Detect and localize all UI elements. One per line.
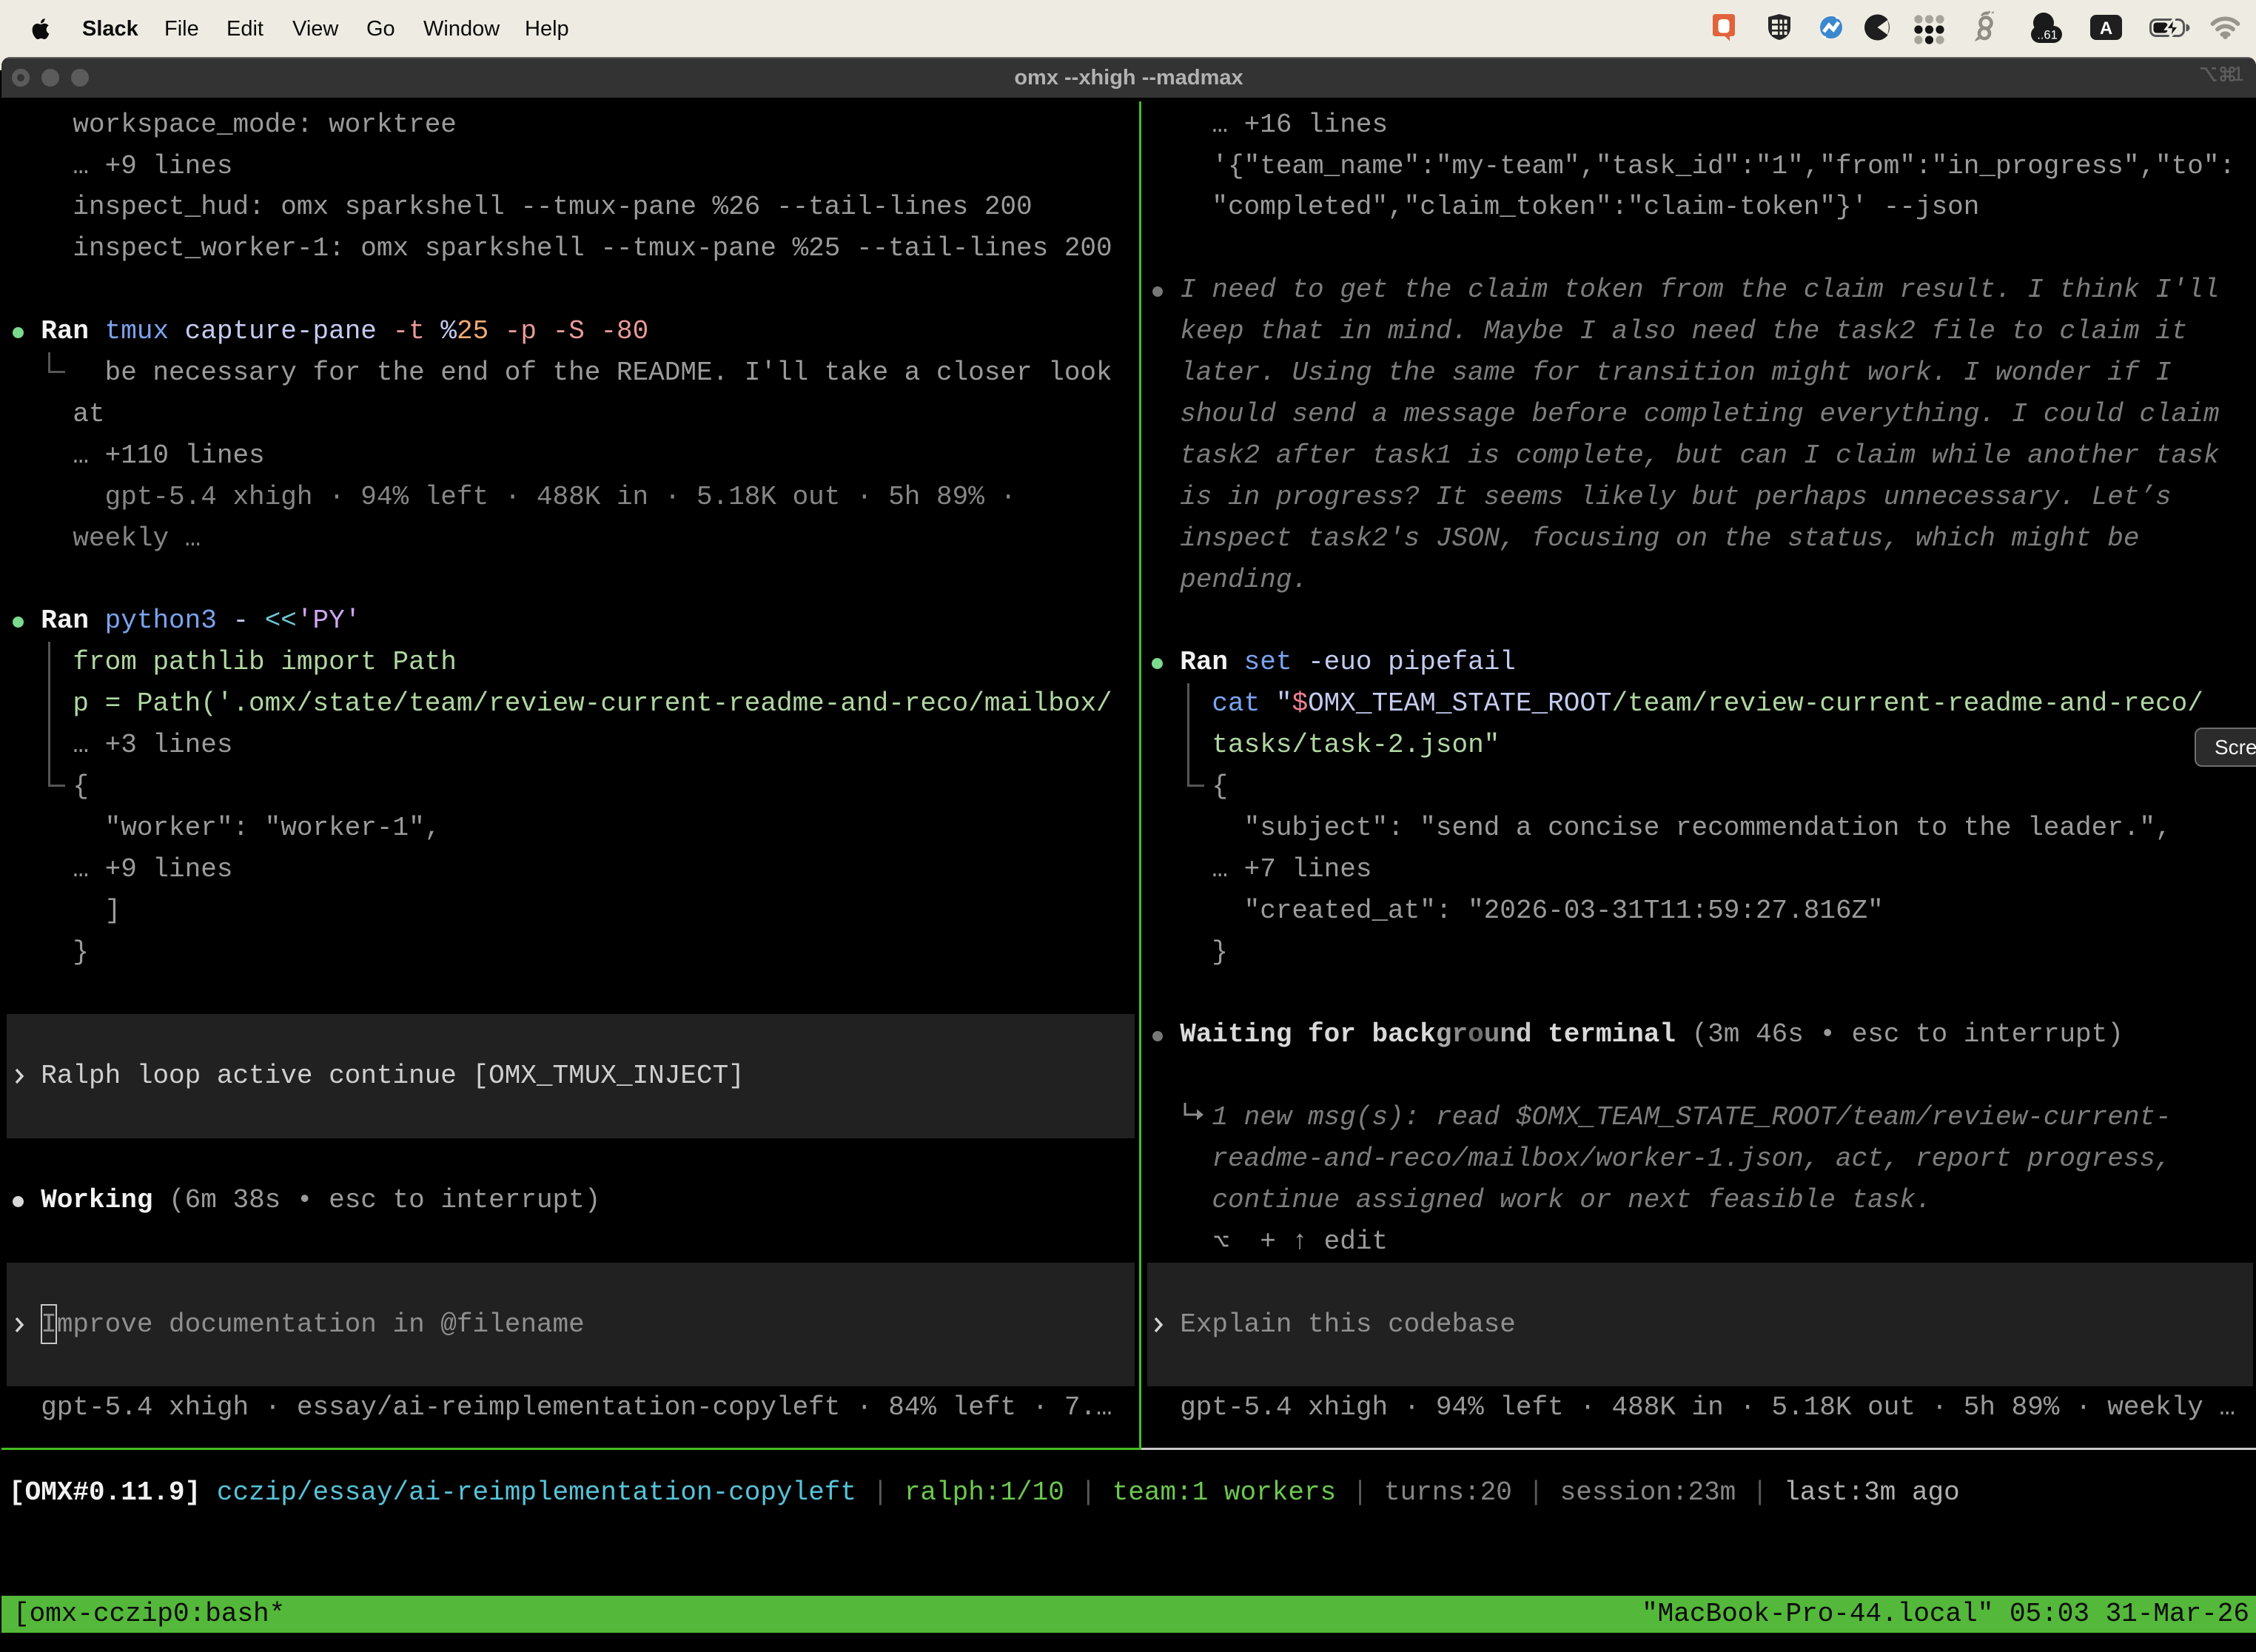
svg-text:A: A	[2100, 19, 2112, 38]
svg-text:..61: ..61	[2037, 29, 2058, 42]
